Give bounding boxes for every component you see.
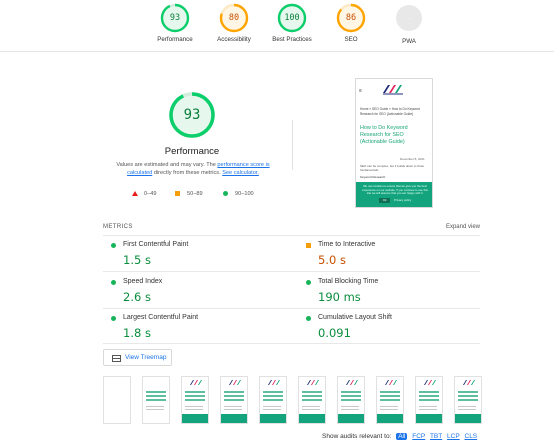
performance-title: Performance bbox=[164, 146, 220, 157]
gauge-ring: 93 bbox=[160, 3, 190, 33]
score-legend: 0–49 50–89 90–100 bbox=[128, 190, 268, 200]
desc-text: Values are estimated and may vary. The bbox=[116, 162, 218, 168]
metric-name: Total Blocking Time bbox=[318, 278, 379, 285]
cookie-text: We use cookies to ensure that we give yo… bbox=[362, 184, 428, 196]
pass-circle-icon bbox=[111, 280, 116, 285]
gauge-label: PWA bbox=[402, 38, 416, 45]
metric-value: 5.0 s bbox=[318, 253, 346, 267]
metric-name: Time to Interactive bbox=[318, 241, 376, 248]
final-screenshot[interactable]: ≡ Home » SEO Guide » How to Do Keyword R… bbox=[355, 78, 433, 208]
gauge-ring: 100 bbox=[277, 3, 307, 33]
gauge-pwa[interactable]: — PWA bbox=[364, 3, 454, 45]
expand-view-toggle[interactable]: Expand view bbox=[446, 224, 480, 230]
pass-circle-icon bbox=[111, 243, 116, 248]
metric-fcp: First Contentful Paint 1.5 s bbox=[103, 240, 273, 274]
breadcrumb: Home » SEO Guide » How to Do Keyword Res… bbox=[360, 107, 420, 116]
performance-description: Values are estimated and may vary. The p… bbox=[108, 161, 278, 177]
gauge-ring: — bbox=[394, 5, 424, 35]
filter-chip-cls[interactable]: CLS bbox=[465, 433, 478, 440]
audit-filter: Show audits relevant to: All FCP TBT LCP… bbox=[322, 433, 480, 443]
triangle-icon bbox=[132, 191, 138, 196]
privacy-policy-link: Privacy policy bbox=[394, 197, 412, 202]
metrics-divider bbox=[103, 343, 480, 344]
filter-chip-all[interactable]: All bbox=[396, 433, 408, 440]
metric-name: Speed Index bbox=[123, 278, 163, 285]
metric-lcp: Largest Contentful Paint 1.8 s bbox=[103, 313, 273, 347]
gauge-score: 86 bbox=[345, 13, 357, 23]
metrics-divider bbox=[103, 271, 480, 272]
filmstrip-frame bbox=[454, 376, 482, 424]
circle-icon bbox=[223, 191, 228, 196]
article-date: December 8, 2021 bbox=[400, 157, 425, 161]
cookie-ok-button: Ok bbox=[378, 197, 391, 204]
metric-name: First Contentful Paint bbox=[123, 241, 189, 248]
metrics-divider bbox=[103, 235, 480, 236]
filmstrip-frame bbox=[259, 376, 287, 424]
filter-chip-fcp[interactable]: FCP bbox=[412, 433, 425, 440]
article-intro: SEO can be complex, but it builds down t… bbox=[360, 164, 425, 172]
treemap-icon bbox=[112, 355, 121, 362]
filmstrip-frame bbox=[103, 376, 131, 424]
filmstrip-frame bbox=[220, 376, 248, 424]
gauge-ring: 86 bbox=[336, 3, 366, 33]
filter-chip-lcp[interactable]: LCP bbox=[447, 433, 460, 440]
calculator-link[interactable]: See calculator. bbox=[222, 170, 259, 176]
gauge-score: 93 bbox=[169, 13, 181, 23]
metric-name: Cumulative Layout Shift bbox=[318, 314, 392, 321]
cookie-banner: We use cookies to ensure that we give yo… bbox=[356, 182, 432, 207]
divider bbox=[292, 120, 293, 170]
score-summary: 93 Performance 80 Accessibility 100 Best… bbox=[0, 0, 554, 52]
pass-circle-icon bbox=[306, 316, 311, 321]
filmstrip bbox=[103, 376, 483, 424]
metrics-title: METRICS bbox=[103, 224, 133, 230]
filmstrip-frame bbox=[415, 376, 443, 424]
metric-tbt: Total Blocking Time 190 ms bbox=[298, 277, 468, 311]
filmstrip-frame bbox=[142, 376, 170, 424]
toc-item: Keyword Research bbox=[360, 175, 386, 179]
metric-value: 0.091 bbox=[318, 326, 351, 340]
filmstrip-frame bbox=[181, 376, 209, 424]
performance-gauge: 93 bbox=[168, 91, 216, 139]
desc-text: directly from these metrics. bbox=[152, 170, 223, 176]
performance-score: 93 bbox=[183, 107, 201, 123]
metric-value: 1.5 s bbox=[123, 253, 151, 267]
legend-range: 90–100 bbox=[235, 191, 254, 197]
site-logo-icon bbox=[383, 85, 403, 95]
gauge-ring: 80 bbox=[219, 3, 249, 33]
metric-value: 1.8 s bbox=[123, 326, 151, 340]
filmstrip-frame bbox=[337, 376, 365, 424]
metric-tti: Time to Interactive 5.0 s bbox=[298, 240, 468, 274]
filmstrip-frame bbox=[298, 376, 326, 424]
metric-speed-index: Speed Index 2.6 s bbox=[103, 277, 273, 311]
pass-circle-icon bbox=[111, 316, 116, 321]
hamburger-menu-icon: ≡ bbox=[359, 88, 362, 94]
metrics-divider bbox=[103, 308, 480, 309]
filmstrip-frame bbox=[376, 376, 404, 424]
pwa-badge-icon: — bbox=[396, 5, 422, 31]
view-treemap-button[interactable]: View Treemap bbox=[103, 349, 172, 366]
view-treemap-label: View Treemap bbox=[125, 354, 167, 361]
article-headline: How to Do Keyword Research for SEO (Acti… bbox=[360, 125, 408, 145]
pass-circle-icon bbox=[306, 280, 311, 285]
gauge-score: 80 bbox=[228, 13, 240, 23]
metric-cls: Cumulative Layout Shift 0.091 bbox=[298, 313, 468, 347]
metric-value: 190 ms bbox=[318, 290, 361, 304]
average-square-icon bbox=[306, 243, 311, 248]
legend-range: 50–89 bbox=[187, 191, 203, 197]
metric-name: Largest Contentful Paint bbox=[123, 314, 199, 321]
filter-label: Show audits relevant to: bbox=[322, 433, 392, 440]
filter-chip-tbt[interactable]: TBT bbox=[430, 433, 442, 440]
gauge-score: 100 bbox=[284, 13, 300, 23]
metric-value: 2.6 s bbox=[123, 290, 151, 304]
square-icon bbox=[175, 191, 180, 196]
legend-range: 0–49 bbox=[144, 191, 157, 197]
